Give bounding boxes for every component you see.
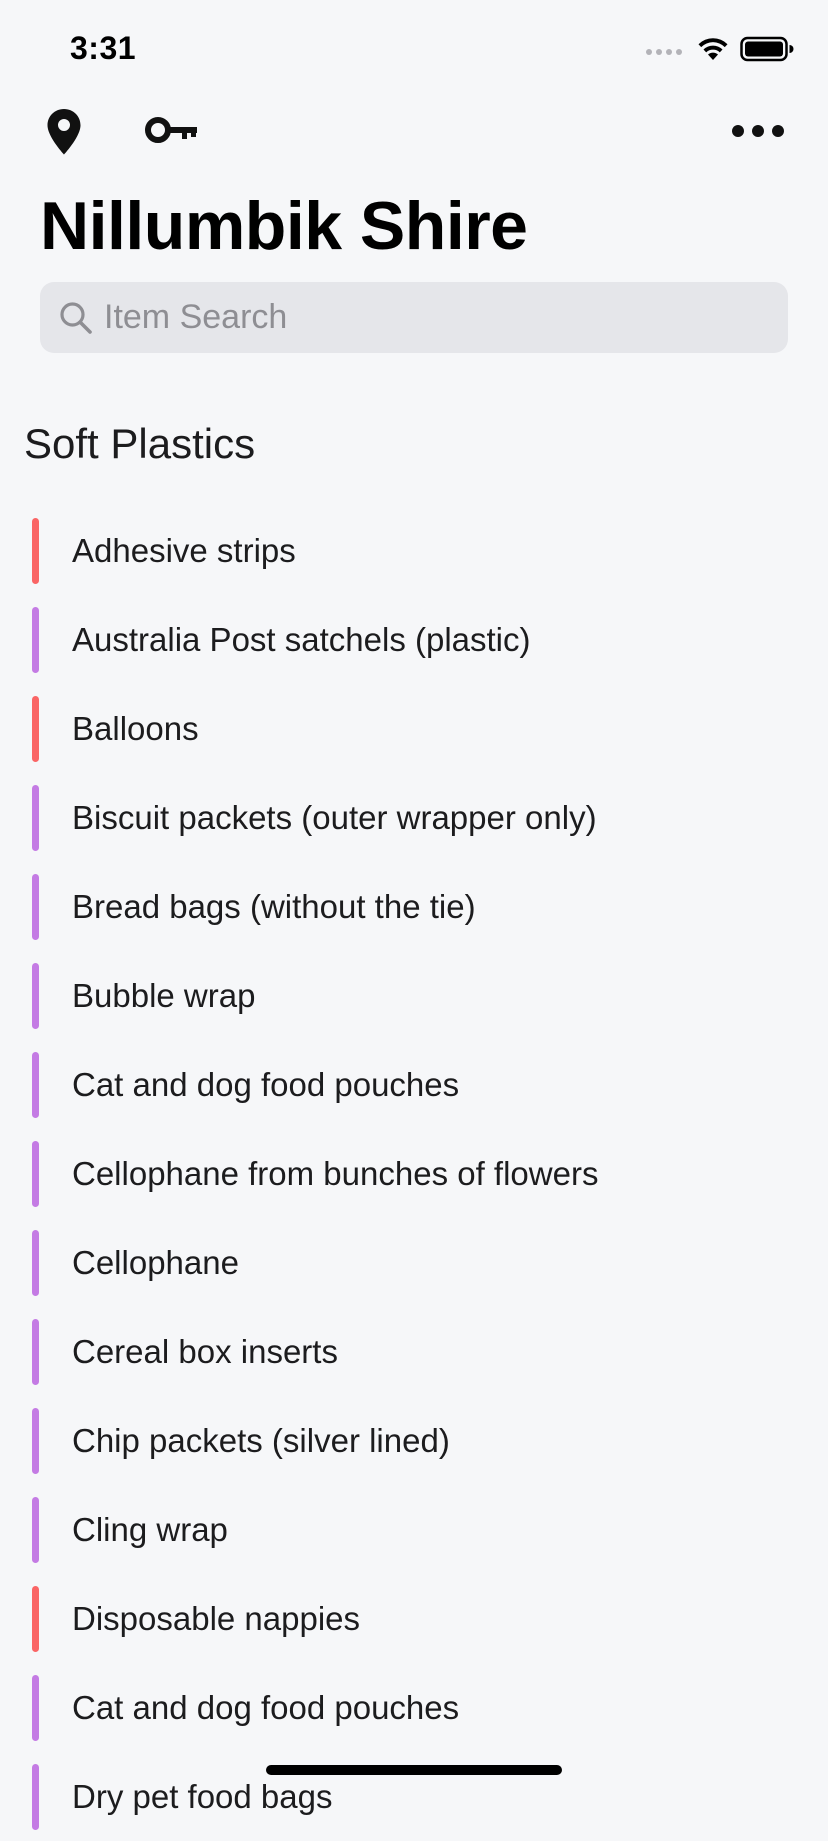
category-color-bar <box>32 963 39 1029</box>
list-item-label: Bread bags (without the tie) <box>72 887 476 925</box>
category-color-bar <box>32 607 39 673</box>
list-item-label: Cat and dog food pouches <box>72 1065 460 1103</box>
navigation-bar <box>0 100 828 180</box>
list-item[interactable]: Cereal box inserts <box>0 1307 828 1396</box>
list-item[interactable]: Cat and dog food pouches <box>0 1040 828 1129</box>
list-item[interactable]: Disposable nappies <box>0 1574 828 1663</box>
list-item[interactable]: Cellophane <box>0 1218 828 1307</box>
list-item-label: Dry pet food bags <box>72 1777 333 1815</box>
status-time: 3:31 <box>70 30 137 66</box>
list-item-label: Cereal box inserts <box>72 1332 338 1370</box>
list-item[interactable]: Bread bags (without the tie) <box>0 862 828 951</box>
list-item[interactable]: Balloons <box>0 684 828 773</box>
category-color-bar <box>32 1675 39 1741</box>
category-color-bar <box>32 1764 39 1830</box>
list-item[interactable]: Cling wrap <box>0 1485 828 1574</box>
category-color-bar <box>32 1052 39 1118</box>
search-icon <box>56 298 96 338</box>
items-list: Adhesive strips Australia Post satchels … <box>0 506 828 1841</box>
status-indicators <box>646 36 794 67</box>
home-indicator[interactable] <box>266 1765 562 1775</box>
category-color-bar <box>32 518 39 584</box>
list-item-label: Biscuit packets (outer wrapper only) <box>72 798 597 836</box>
list-item[interactable]: Australia Post satchels (plastic) <box>0 595 828 684</box>
category-color-bar <box>32 1408 39 1474</box>
category-color-bar <box>32 1586 39 1652</box>
list-item-label: Cellophane <box>72 1243 239 1281</box>
list-item-label: Balloons <box>72 709 199 747</box>
list-item-label: Adhesive strips <box>72 531 296 569</box>
list-item-label: Australia Post satchels (plastic) <box>72 620 531 658</box>
list-item[interactable]: Biscuit packets (outer wrapper only) <box>0 773 828 862</box>
list-item[interactable]: Adhesive strips <box>0 506 828 595</box>
category-color-bar <box>32 785 39 851</box>
category-color-bar <box>32 1230 39 1296</box>
category-color-bar <box>32 696 39 762</box>
wifi-icon <box>696 36 730 67</box>
page-title: Nillumbik Shire <box>40 188 528 264</box>
more-options-icon[interactable] <box>730 116 786 146</box>
list-item-label: Bubble wrap <box>72 976 256 1014</box>
status-bar: 3:31 <box>0 0 828 100</box>
list-item-label: Cellophane from bunches of flowers <box>72 1154 599 1192</box>
list-item[interactable]: Bubble wrap <box>0 951 828 1040</box>
list-item-label: Chip packets (silver lined) <box>72 1421 450 1459</box>
battery-icon <box>740 36 794 67</box>
section-header: Soft Plastics <box>24 420 256 467</box>
location-pin-icon[interactable] <box>42 108 86 156</box>
list-item[interactable]: Cat and dog food pouches <box>0 1663 828 1752</box>
category-color-bar <box>32 1141 39 1207</box>
search-bar[interactable] <box>40 282 788 353</box>
cellular-signal-icon <box>646 48 682 55</box>
list-item-label: Cat and dog food pouches <box>72 1688 460 1726</box>
category-color-bar <box>32 1319 39 1385</box>
list-item-label: Cling wrap <box>72 1510 228 1548</box>
category-color-bar <box>32 874 39 940</box>
search-input[interactable] <box>102 297 766 338</box>
list-item[interactable]: Cellophane from bunches of flowers <box>0 1129 828 1218</box>
list-item-label: Disposable nappies <box>72 1599 361 1637</box>
key-icon[interactable] <box>144 112 200 148</box>
category-color-bar <box>32 1497 39 1563</box>
list-item[interactable]: Chip packets (silver lined) <box>0 1396 828 1485</box>
